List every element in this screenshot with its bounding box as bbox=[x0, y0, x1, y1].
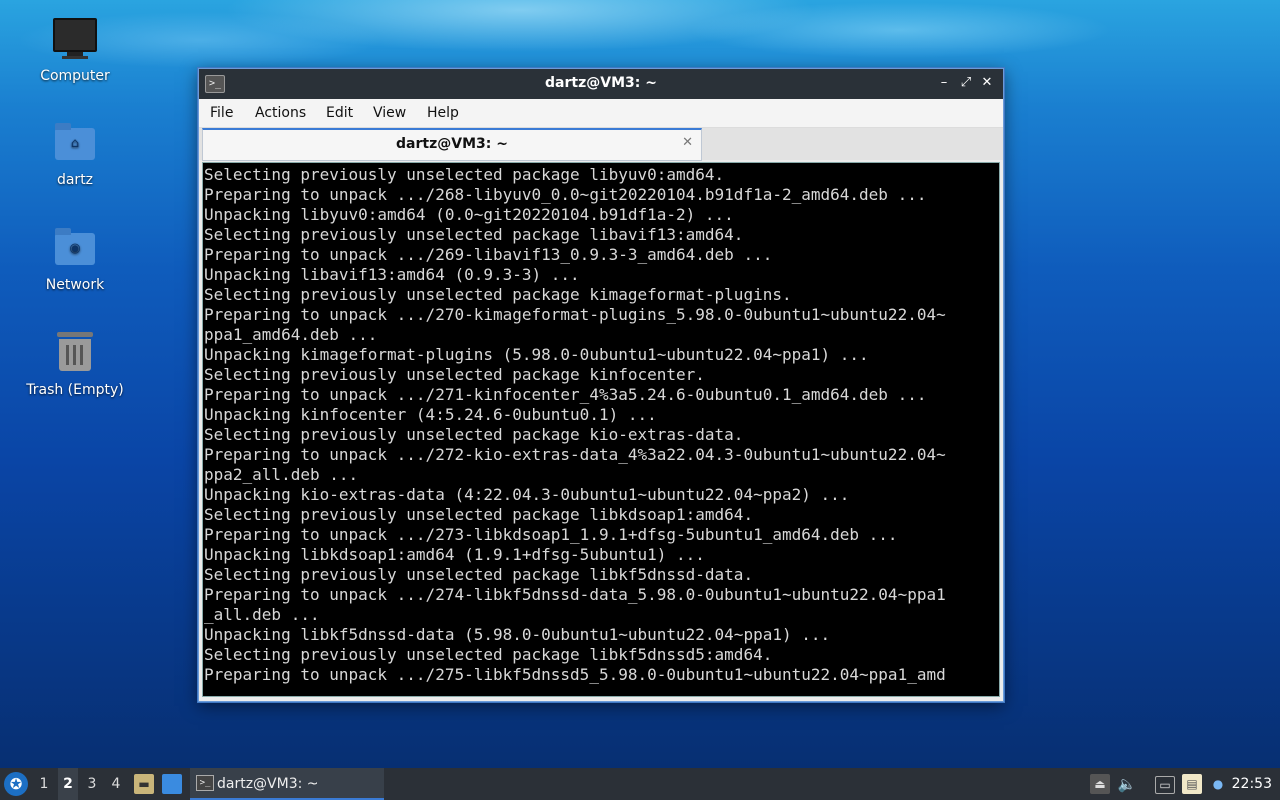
show-desktop-icon[interactable] bbox=[162, 774, 182, 794]
desktop-icon-label: Trash (Empty) bbox=[26, 382, 124, 398]
tab-label: dartz@VM3: ~ bbox=[396, 136, 508, 152]
file-manager-icon[interactable]: ▬ bbox=[134, 774, 154, 794]
clipboard-icon[interactable]: ▤ bbox=[1182, 774, 1202, 794]
close-button[interactable]: ✕ bbox=[978, 74, 996, 92]
workspace-3[interactable]: 3 bbox=[82, 768, 102, 800]
desktop-icon-home[interactable]: ⌂ dartz bbox=[20, 122, 130, 188]
terminal-output[interactable]: Selecting previously unselected package … bbox=[202, 162, 1000, 697]
terminal-window: >_ dartz@VM3: ~ – ⤢ ✕ File Actions Edit … bbox=[198, 68, 1004, 702]
window-titlebar[interactable]: >_ dartz@VM3: ~ – ⤢ ✕ bbox=[199, 69, 1003, 99]
maximize-button[interactable]: ⤢ bbox=[957, 74, 975, 92]
computer-icon bbox=[53, 18, 97, 62]
terminal-text: Selecting previously unselected package … bbox=[204, 165, 946, 684]
eject-icon[interactable]: ⏏ bbox=[1090, 774, 1110, 794]
network-folder-icon: ◉ bbox=[53, 227, 97, 271]
workspace-2[interactable]: 2 bbox=[58, 768, 78, 800]
desktop-icon-label: Computer bbox=[40, 68, 110, 84]
taskbar-task-terminal[interactable]: >_ dartz@VM3: ~ bbox=[190, 768, 384, 800]
desktop-icon-trash[interactable]: Trash (Empty) bbox=[20, 332, 130, 398]
desktop-icon-label: Network bbox=[45, 277, 105, 293]
clock: 22:53 bbox=[1231, 776, 1272, 792]
terminal-icon: >_ bbox=[196, 775, 214, 791]
tab-terminal[interactable]: dartz@VM3: ~ ✕ bbox=[202, 128, 702, 161]
volume-icon[interactable]: 🔈 bbox=[1117, 774, 1137, 794]
desktop-icon-label: dartz bbox=[56, 172, 94, 188]
tab-close-icon[interactable]: ✕ bbox=[682, 135, 693, 150]
menu-help[interactable]: Help bbox=[427, 105, 459, 121]
network-icon[interactable]: ▭ bbox=[1155, 776, 1175, 794]
window-title: dartz@VM3: ~ bbox=[545, 75, 657, 91]
taskbar: ✪ 1 2 3 4 ▬ >_ dartz@VM3: ~ ⏏ 🔈 ▭ ▤ ● 22… bbox=[0, 768, 1280, 800]
workspace-4[interactable]: 4 bbox=[106, 768, 126, 800]
minimize-button[interactable]: – bbox=[935, 74, 953, 92]
desktop-icon-computer[interactable]: Computer bbox=[20, 18, 130, 84]
task-label: dartz@VM3: ~ bbox=[217, 776, 319, 792]
tab-bar: dartz@VM3: ~ ✕ bbox=[199, 128, 1003, 161]
home-folder-icon: ⌂ bbox=[53, 122, 97, 166]
update-notifier-icon[interactable]: ● bbox=[1208, 774, 1228, 794]
trash-icon bbox=[53, 332, 97, 376]
workspace-1[interactable]: 1 bbox=[34, 768, 54, 800]
menubar: File Actions Edit View Help bbox=[199, 99, 1003, 128]
menu-actions[interactable]: Actions bbox=[255, 105, 306, 121]
menu-edit[interactable]: Edit bbox=[326, 105, 353, 121]
desktop-icon-network[interactable]: ◉ Network bbox=[20, 227, 130, 293]
lubuntu-logo-icon[interactable]: ✪ bbox=[4, 772, 28, 796]
menu-view[interactable]: View bbox=[373, 105, 406, 121]
menu-file[interactable]: File bbox=[210, 105, 233, 121]
